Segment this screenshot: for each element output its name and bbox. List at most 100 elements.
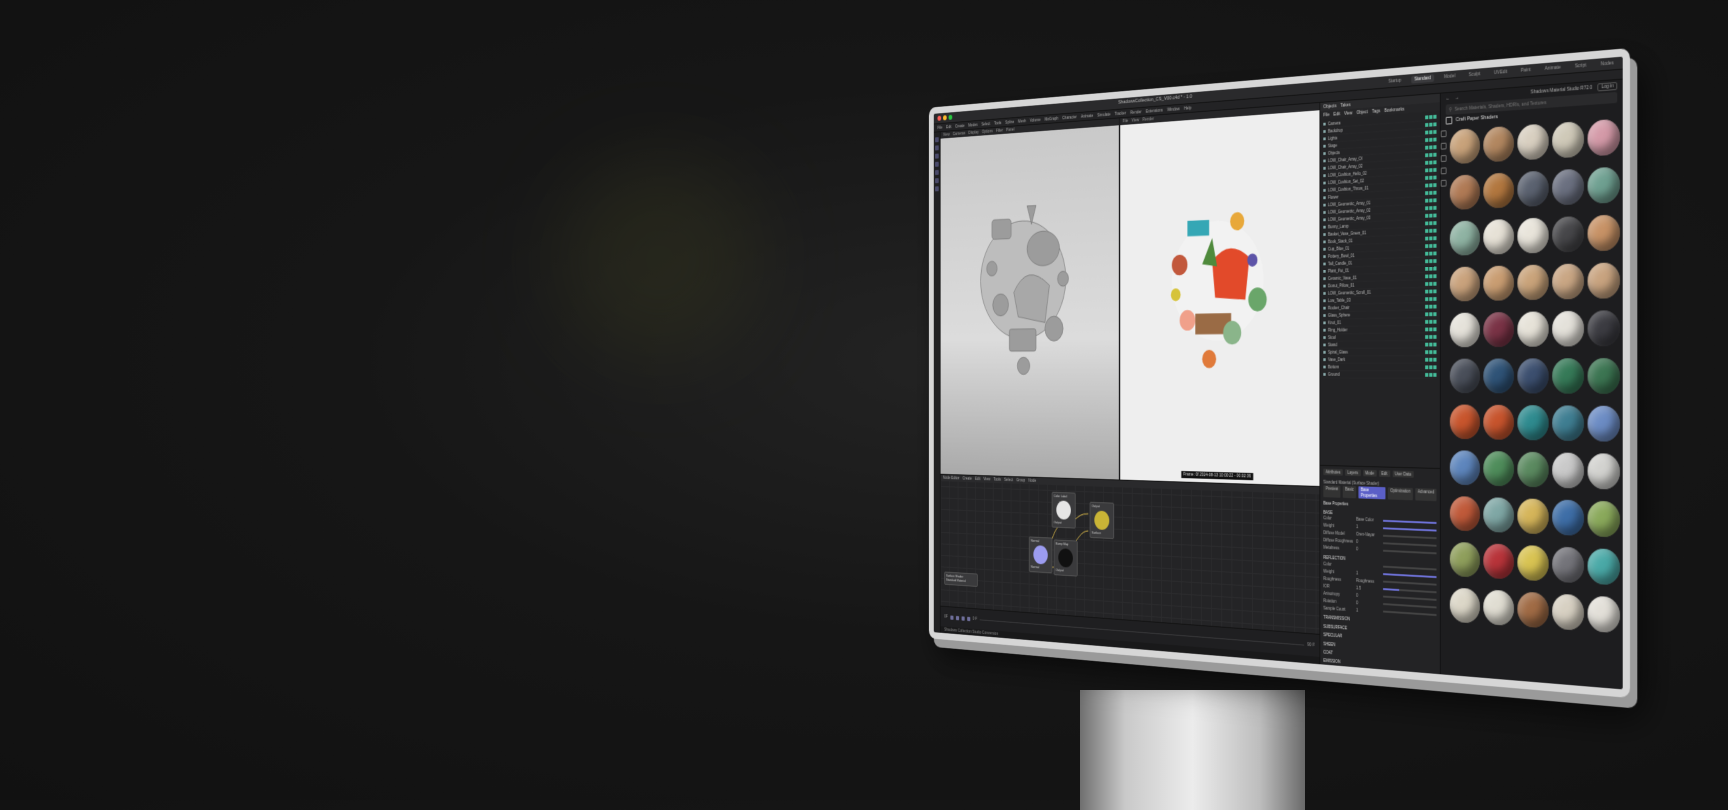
material-tag-icon[interactable] <box>1433 213 1436 217</box>
material-tag-icon[interactable] <box>1425 251 1428 255</box>
layout-tab-nodes[interactable]: Nodes <box>1597 59 1617 69</box>
material-tile[interactable] <box>1588 214 1620 259</box>
attribute-slider[interactable] <box>1383 542 1437 546</box>
rotate-tool-icon[interactable] <box>935 154 939 159</box>
material-tag-icon[interactable] <box>1425 327 1428 331</box>
objects-menu-file[interactable]: File <box>1323 112 1329 118</box>
attribute-slider[interactable] <box>1383 535 1437 539</box>
material-tag-icon[interactable] <box>1433 266 1436 270</box>
material-tile[interactable] <box>1483 589 1514 633</box>
material-tag-icon[interactable] <box>1429 244 1432 248</box>
render-menu-file[interactable]: File <box>1123 119 1129 125</box>
material-tag-icon[interactable] <box>1433 167 1436 171</box>
material-tag-icon[interactable] <box>1433 297 1436 301</box>
close-window-button[interactable] <box>937 116 941 121</box>
material-tag-icon[interactable] <box>1429 168 1432 172</box>
attribute-value[interactable]: 1 <box>1356 608 1380 615</box>
material-tag-icon[interactable] <box>1425 198 1428 202</box>
material-tile[interactable] <box>1483 265 1514 308</box>
material-tag-icon[interactable] <box>1429 281 1432 285</box>
object-row[interactable]: Ground <box>1323 371 1436 379</box>
material-tag-icon[interactable] <box>1425 244 1428 248</box>
material-tile[interactable] <box>1588 406 1620 450</box>
material-tag-icon[interactable] <box>1425 221 1428 225</box>
material-tile[interactable] <box>1588 119 1620 165</box>
scale-tool-icon[interactable] <box>935 145 939 150</box>
layout-tab-model[interactable]: Model <box>1441 72 1459 81</box>
material-tag-icon[interactable] <box>1429 357 1432 361</box>
material-tile[interactable] <box>1450 174 1480 218</box>
login-button[interactable]: Log in <box>1598 82 1618 91</box>
material-tag-icon[interactable] <box>1425 160 1428 164</box>
material-tile[interactable] <box>1588 548 1620 593</box>
material-tile[interactable] <box>1552 546 1584 591</box>
material-tag-icon[interactable] <box>1425 319 1428 323</box>
material-tag-icon[interactable] <box>1425 122 1428 126</box>
light-tool-icon[interactable] <box>935 178 939 183</box>
material-tile[interactable] <box>1588 310 1620 354</box>
menu-extensions[interactable]: Extensions <box>1146 108 1163 115</box>
material-tag-icon[interactable] <box>1425 138 1428 142</box>
material-tag-icon[interactable] <box>1425 266 1428 270</box>
material-tag-icon[interactable] <box>1429 342 1432 346</box>
record-icon[interactable] <box>967 616 970 620</box>
attribute-slider[interactable] <box>1383 520 1437 524</box>
attributes-menu-edit[interactable]: Edit <box>1379 470 1390 477</box>
material-tag-icon[interactable] <box>1425 350 1428 354</box>
material-tile[interactable] <box>1517 452 1548 496</box>
object-list[interactable]: Camera Backdrop Lights Stage Objects LOW_Chai… <box>1320 111 1440 468</box>
objects-menu-bookmarks[interactable]: Bookmarks <box>1384 106 1404 113</box>
material-tag-icon[interactable] <box>1425 304 1428 308</box>
material-subtab[interactable]: Preview <box>1323 486 1340 498</box>
node-editor[interactable]: Node Editor Create Edit View Tools Selec… <box>941 474 1320 634</box>
material-tag-icon[interactable] <box>1433 243 1436 247</box>
material-tag-icon[interactable] <box>1425 274 1428 278</box>
material-tile[interactable] <box>1588 167 1620 212</box>
menu-render[interactable]: Render <box>1130 109 1141 115</box>
material-tag-icon[interactable] <box>1433 304 1436 308</box>
material-tag-icon[interactable] <box>1433 335 1436 339</box>
material-tag-icon[interactable] <box>1429 251 1432 255</box>
rewind-icon[interactable] <box>950 615 953 619</box>
material-tile[interactable] <box>1517 170 1548 214</box>
material-tag-icon[interactable] <box>1425 115 1428 119</box>
material-tag-icon[interactable] <box>1425 259 1428 263</box>
material-tile[interactable] <box>1517 405 1548 448</box>
material-tag-icon[interactable] <box>1425 335 1428 339</box>
objects-menu-edit[interactable]: Edit <box>1333 111 1340 117</box>
material-tag-icon[interactable] <box>1429 153 1432 157</box>
material-tag-icon[interactable] <box>1425 191 1428 195</box>
material-tag-icon[interactable] <box>1429 190 1432 194</box>
material-tile[interactable] <box>1450 450 1480 493</box>
material-tag-icon[interactable] <box>1433 319 1436 323</box>
material-tag-icon[interactable] <box>1429 221 1432 225</box>
material-tag-icon[interactable] <box>1429 259 1432 263</box>
attribute-value[interactable]: 0 <box>1356 539 1380 545</box>
attribute-slider[interactable] <box>1383 527 1437 531</box>
tab-layers[interactable]: Layers <box>1345 469 1360 476</box>
material-tag-icon[interactable] <box>1425 365 1428 369</box>
layout-tab-paint[interactable]: Paint <box>1517 66 1534 75</box>
material-tag-icon[interactable] <box>1433 114 1436 118</box>
material-tag-icon[interactable] <box>1433 137 1436 141</box>
attribute-value[interactable]: 0 <box>1356 547 1380 553</box>
material-tag-icon[interactable] <box>1429 373 1432 377</box>
material-tag-icon[interactable] <box>1425 145 1428 149</box>
material-tag-icon[interactable] <box>1429 335 1432 339</box>
select-tool-icon[interactable] <box>935 162 939 167</box>
attribute-value[interactable]: 1 <box>1356 570 1380 576</box>
material-tile[interactable] <box>1552 121 1584 166</box>
material-tag-icon[interactable] <box>1433 160 1436 164</box>
menu-animate[interactable]: Animate <box>1081 113 1093 119</box>
material-tag-icon[interactable] <box>1425 357 1428 361</box>
material-tag-icon[interactable] <box>1433 183 1436 187</box>
material-tag-icon[interactable] <box>1433 175 1436 179</box>
camera-tool-icon[interactable] <box>935 170 939 175</box>
menu-tracker[interactable]: Tracker <box>1115 110 1127 116</box>
render-menu-view[interactable]: View <box>1132 118 1139 124</box>
menu-character[interactable]: Character <box>1062 114 1077 120</box>
node-color-label[interactable]: Color Label Output <box>1052 492 1076 528</box>
material-tag-icon[interactable] <box>1429 228 1432 232</box>
material-tile[interactable] <box>1517 591 1548 636</box>
node-port[interactable]: Output <box>1054 521 1074 526</box>
